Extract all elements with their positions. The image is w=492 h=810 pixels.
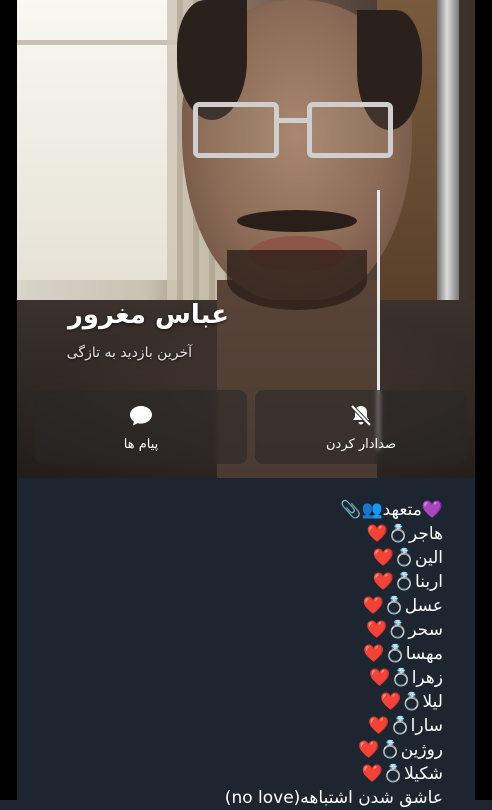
screen-frame bbox=[0, 0, 492, 800]
